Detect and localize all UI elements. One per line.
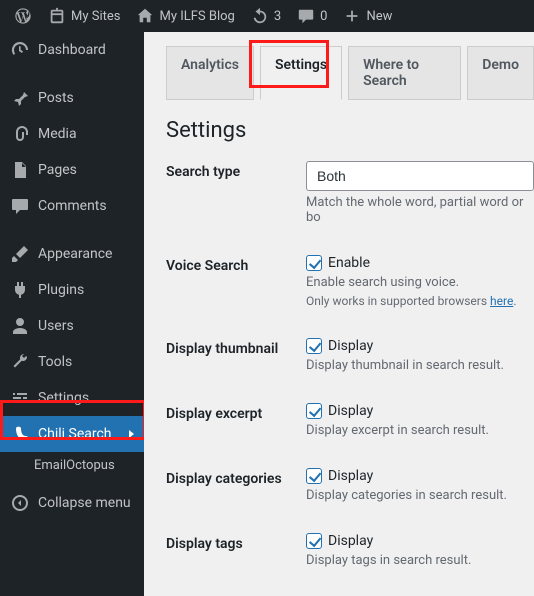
content-area: Analytics Settings Where to Search Demo …: [144, 32, 534, 596]
adminbar-comment-count: 0: [320, 9, 327, 24]
sites-icon: [48, 7, 66, 25]
checkbox-tags[interactable]: [306, 533, 322, 549]
label-tags: Display tags: [166, 533, 306, 552]
menu-label: Plugins: [38, 282, 84, 298]
label-excerpt: Display excerpt: [166, 403, 306, 422]
menu-comments[interactable]: Comments: [0, 188, 144, 224]
adminbar-blog[interactable]: My ILFS Blog: [128, 0, 242, 32]
adminbar-new-label: New: [366, 9, 392, 24]
menu-chili-search[interactable]: Chili Search: [0, 416, 144, 452]
row-thumbnail: Display thumbnail Display Display thumbn…: [166, 338, 534, 373]
user-icon: [10, 316, 30, 336]
menu-label: Comments: [38, 198, 107, 214]
desc-tags: Display tags in search result.: [306, 553, 534, 568]
row-tags: Display tags Display Display tags in sea…: [166, 533, 534, 568]
menu-label: Tools: [38, 354, 72, 370]
page-title: Settings: [166, 118, 534, 143]
desc-excerpt: Display excerpt in search result.: [306, 423, 534, 438]
comments-icon: [10, 196, 30, 216]
adminbar-my-sites[interactable]: My Sites: [40, 0, 128, 32]
tab-where-to-search[interactable]: Where to Search: [348, 46, 461, 100]
row-excerpt: Display excerpt Display Display excerpt …: [166, 403, 534, 438]
chk-label-tags: Display: [328, 533, 373, 549]
menu-plugins[interactable]: Plugins: [0, 272, 144, 308]
menu-label: Users: [38, 318, 74, 334]
chk-label-thumbnail: Display: [328, 338, 373, 354]
home-icon: [136, 7, 154, 25]
menu-label: Chili Search: [38, 426, 112, 442]
label-categories: Display categories: [166, 468, 306, 487]
menu-media[interactable]: Media: [0, 116, 144, 152]
chk-label-voice-search: Enable: [328, 255, 370, 271]
collapse-icon: [10, 493, 30, 513]
brush-icon: [10, 244, 30, 264]
dashboard-icon: [10, 40, 30, 60]
adminbar-new[interactable]: New: [335, 0, 400, 32]
menu-label: Media: [38, 126, 77, 142]
adminbar-refresh-count: 3: [274, 9, 281, 24]
menu-settings[interactable]: Settings: [0, 380, 144, 416]
tab-settings[interactable]: Settings: [260, 46, 342, 100]
label-voice-search: Voice Search: [166, 255, 306, 274]
wordpress-icon: [14, 7, 32, 25]
desc-thumbnail: Display thumbnail in search result.: [306, 358, 534, 373]
pin-icon: [10, 88, 30, 108]
tabs: Analytics Settings Where to Search Demo: [166, 46, 534, 100]
menu-label: Appearance: [38, 246, 112, 262]
desc-search-type: Match the whole word, partial word or bo: [306, 195, 534, 225]
adminbar-refresh[interactable]: 3: [243, 0, 289, 32]
sliders-icon: [10, 388, 30, 408]
tab-analytics[interactable]: Analytics: [166, 46, 254, 100]
row-categories: Display categories Display Display categ…: [166, 468, 534, 503]
menu-appearance[interactable]: Appearance: [0, 236, 144, 272]
admin-bar: My Sites My ILFS Blog 3 0 New: [0, 0, 534, 32]
submenu-label: EmailOctopus: [34, 458, 115, 473]
adminbar-blog-label: My ILFS Blog: [159, 9, 234, 24]
media-icon: [10, 124, 30, 144]
row-voice-search: Voice Search Enable Enable search using …: [166, 255, 534, 308]
comment-icon: [297, 7, 315, 25]
chk-label-excerpt: Display: [328, 403, 373, 419]
chk-label-categories: Display: [328, 468, 373, 484]
adminbar-comments[interactable]: 0: [289, 0, 335, 32]
desc-categories: Display categories in search result.: [306, 488, 534, 503]
adminbar-logo[interactable]: [6, 0, 40, 32]
menu-label: Pages: [38, 162, 77, 178]
refresh-icon: [251, 7, 269, 25]
wrench-icon: [10, 352, 30, 372]
menu-posts[interactable]: Posts: [0, 80, 144, 116]
checkbox-excerpt[interactable]: [306, 403, 322, 419]
page-icon: [10, 160, 30, 180]
desc-voice-search-2: Only works in supported browsers here.: [306, 294, 534, 308]
menu-label: Dashboard: [38, 42, 106, 58]
menu-label: Collapse menu: [38, 495, 131, 511]
row-search-type: Search type Match the whole word, partia…: [166, 161, 534, 225]
submenu-emailoctopus[interactable]: EmailOctopus: [0, 452, 144, 479]
menu-dashboard[interactable]: Dashboard: [0, 32, 144, 68]
admin-sidebar: Dashboard Posts Media Pages Comments App…: [0, 32, 144, 596]
desc-voice-search: Enable search using voice.: [306, 275, 534, 290]
menu-collapse[interactable]: Collapse menu: [0, 485, 144, 521]
checkbox-thumbnail[interactable]: [306, 338, 322, 354]
label-search-type: Search type: [166, 161, 306, 180]
plus-icon: [343, 7, 361, 25]
checkbox-categories[interactable]: [306, 468, 322, 484]
plug-icon: [10, 280, 30, 300]
chevron-right-icon: [129, 430, 134, 438]
checkbox-voice-search[interactable]: [306, 255, 322, 271]
menu-users[interactable]: Users: [0, 308, 144, 344]
menu-pages[interactable]: Pages: [0, 152, 144, 188]
select-search-type[interactable]: [306, 161, 534, 191]
menu-label: Settings: [38, 390, 89, 406]
adminbar-my-sites-label: My Sites: [71, 9, 120, 24]
menu-tools[interactable]: Tools: [0, 344, 144, 380]
chili-icon: [10, 424, 30, 444]
label-thumbnail: Display thumbnail: [166, 338, 306, 357]
menu-label: Posts: [38, 90, 74, 106]
link-browsers-here[interactable]: here: [490, 294, 513, 308]
tab-demo[interactable]: Demo: [467, 46, 534, 100]
